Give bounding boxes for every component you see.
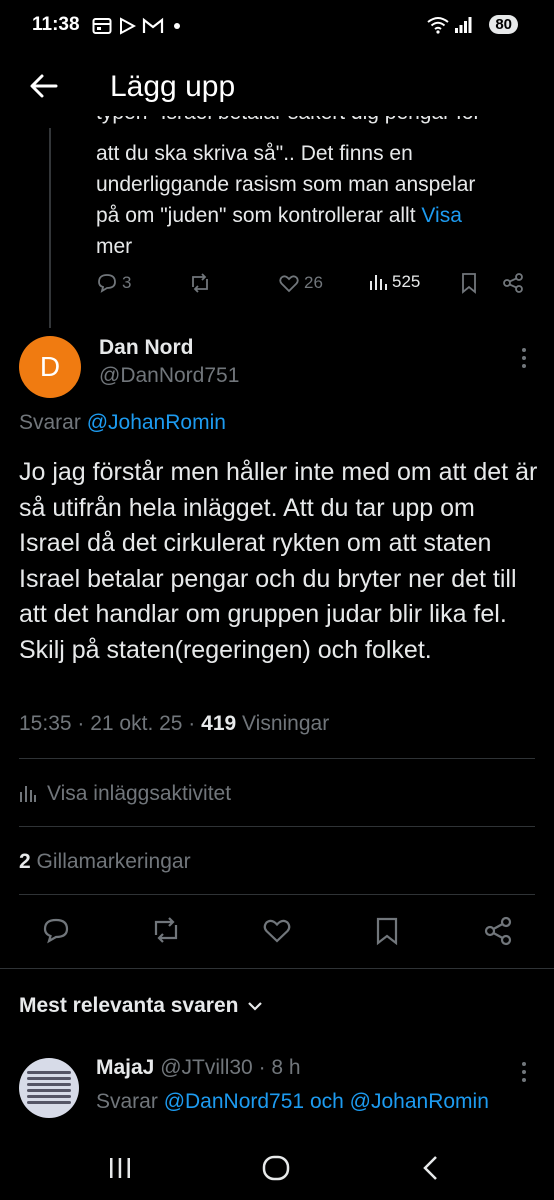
likes-summary[interactable]: 2 Gillamarkeringar [19, 850, 191, 874]
home-button[interactable] [261, 1154, 291, 1182]
home-icon [262, 1155, 290, 1181]
more-options-button[interactable] [512, 346, 536, 370]
connectivity-icons [427, 16, 472, 34]
recent-apps-button[interactable] [106, 1154, 134, 1182]
dot-icon [174, 23, 180, 29]
author-name[interactable]: Dan Nord [99, 336, 194, 360]
previous-post-line: underliggande rasism som man anspelar [96, 173, 476, 196]
post-actions [0, 912, 554, 952]
heart-icon [263, 919, 291, 943]
signal-icon [455, 17, 472, 33]
post-meta: 15:35 · 21 okt. 25 · 419 Visningar [19, 712, 330, 735]
analytics-icon [20, 786, 36, 802]
reply-prefix: Svarar [96, 1090, 158, 1113]
like-button[interactable]: 26 [278, 272, 323, 294]
divider [0, 968, 554, 969]
reply-author-handle: @JTvill30 [160, 1056, 253, 1079]
author-handle[interactable]: @DanNord751 [99, 364, 239, 388]
view-count: 525 [392, 272, 421, 291]
reply-more-options-button[interactable] [512, 1060, 536, 1084]
reply-conjunction: och [309, 1090, 344, 1113]
comment-icon [43, 918, 69, 944]
chevron-down-icon [248, 1002, 263, 1011]
repost-button[interactable] [150, 916, 182, 944]
recent-apps-icon [110, 1158, 130, 1178]
system-navigation-bar [0, 1140, 554, 1200]
bookmark-button[interactable] [460, 272, 478, 294]
previous-post-line: på om "juden" som kontrollerar allt [96, 204, 416, 227]
back-button[interactable] [28, 70, 60, 102]
status-time: 11:38 [32, 14, 80, 35]
arrow-left-icon [30, 74, 58, 98]
notification-icons [92, 17, 184, 35]
reply-author-name: MajaJ [96, 1056, 155, 1079]
reply-avatar[interactable] [19, 1058, 79, 1118]
thread-line [49, 128, 51, 328]
post-time: 15:35 [19, 712, 72, 735]
reply-button[interactable] [42, 916, 70, 944]
likes-label: Gillamarkeringar [36, 850, 191, 873]
bookmark-icon [376, 917, 398, 946]
views-count: 419 [201, 712, 237, 735]
bookmark-button[interactable] [374, 916, 400, 946]
reply-author[interactable]: MajaJ @JTvill30 · 8 h [96, 1056, 301, 1080]
reply-context: Svarar @DanNord751 och @JohanRomin [96, 1090, 489, 1114]
bookmark-icon [462, 273, 476, 294]
divider [19, 826, 535, 827]
more-vertical-icon [522, 348, 526, 368]
share-icon [484, 916, 512, 946]
back-nav-button[interactable] [418, 1154, 444, 1182]
post-activity-link[interactable]: Visa inläggsaktivitet [19, 782, 231, 806]
repost-button[interactable] [188, 272, 212, 294]
comment-icon [98, 274, 116, 293]
show-more-link[interactable]: Visa [421, 204, 461, 227]
repost-icon [192, 273, 208, 293]
previous-post-clipped-line-wrap: typen "Israel betalar säkert dig pengar … [0, 116, 554, 130]
likes-count: 2 [19, 850, 31, 873]
views-button[interactable]: 525 [368, 272, 420, 292]
show-more-link-continued[interactable]: mer [96, 231, 536, 262]
divider [19, 894, 535, 895]
like-count: 26 [304, 273, 323, 292]
more-vertical-icon [522, 1062, 526, 1082]
activity-label: Visa inläggsaktivitet [47, 782, 232, 805]
heart-icon [279, 275, 299, 293]
share-button[interactable] [502, 272, 524, 294]
sort-label: Mest relevanta svaren [19, 994, 239, 1017]
play-icon [120, 17, 136, 35]
previous-post-line: att du ska skriva så".. Det finns en [96, 142, 413, 165]
battery-indicator: 80 [489, 15, 518, 34]
reply-age: 8 h [271, 1056, 301, 1079]
like-button[interactable] [262, 916, 292, 944]
reply-prefix: Svarar [19, 411, 81, 434]
reply-count: 3 [122, 273, 132, 292]
chevron-left-icon [423, 1156, 437, 1180]
share-button[interactable] [483, 916, 513, 946]
previous-post-actions: 3 26 525 [96, 272, 536, 302]
views-label: Visningar [242, 712, 330, 735]
gmail-icon [142, 17, 164, 33]
reply-to-link[interactable]: @DanNord751 [164, 1090, 304, 1113]
reply-button[interactable]: 3 [96, 272, 131, 294]
reply-to-link[interactable]: @JohanRomin [350, 1090, 489, 1113]
reply-context: Svarar @JohanRomin [19, 411, 226, 435]
previous-post-line: typen "Israel betalar säkert dig pengar … [96, 116, 536, 128]
post-date: 21 okt. 25 [90, 712, 183, 735]
reply-to-link[interactable]: @JohanRomin [87, 411, 226, 434]
divider [19, 758, 535, 759]
post-body: Jo jag förstår men håller inte med om at… [19, 458, 538, 664]
views-icon [370, 275, 387, 290]
repost-icon [154, 917, 178, 943]
avatar[interactable]: D [19, 336, 81, 398]
wifi-icon [427, 17, 449, 34]
calendar-icon [92, 18, 112, 34]
page-title: Lägg upp [110, 70, 236, 103]
reply-sort-dropdown[interactable]: Mest relevanta svaren [19, 994, 264, 1018]
share-icon [503, 273, 523, 293]
